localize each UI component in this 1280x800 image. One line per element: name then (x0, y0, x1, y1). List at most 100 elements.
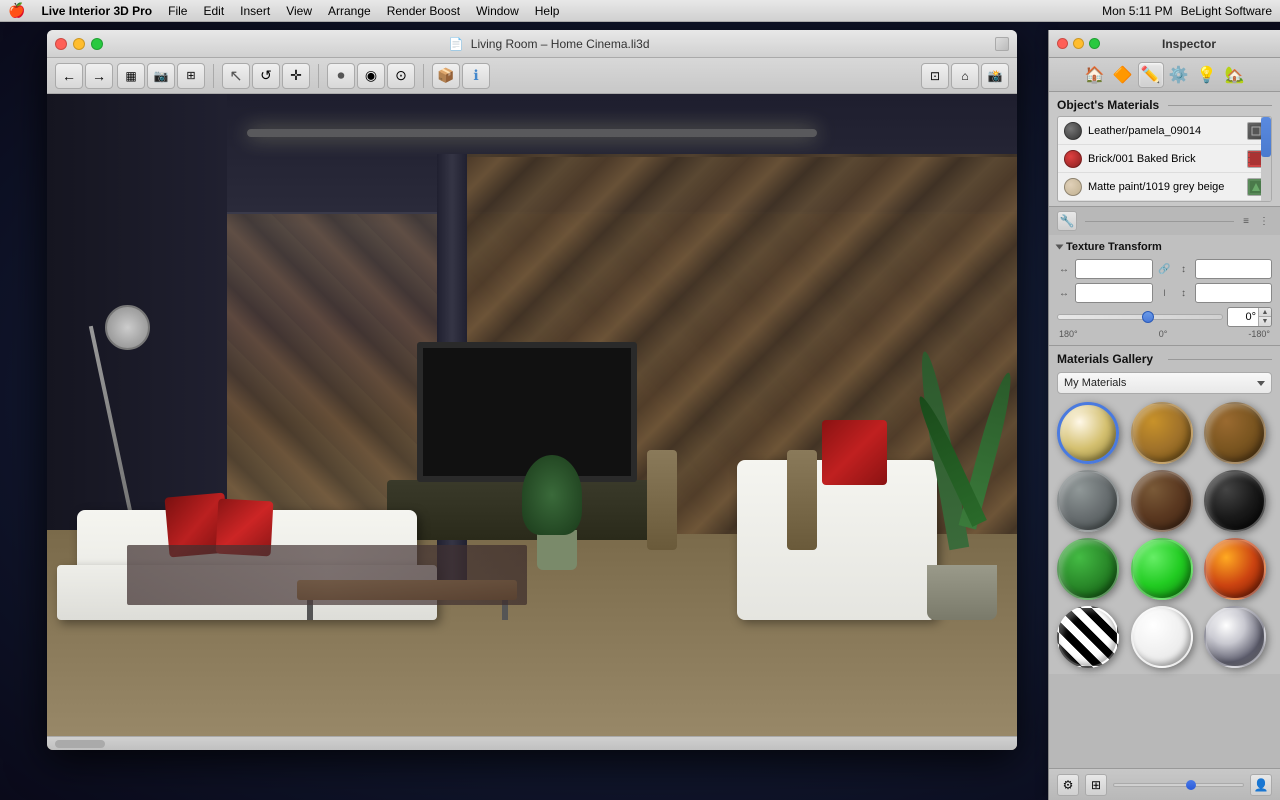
material-item-brick[interactable]: Brick/001 Baked Brick (1058, 145, 1271, 173)
inspector-slider-thumb[interactable] (1186, 780, 1196, 790)
rotate-button[interactable]: ↺ (252, 63, 280, 89)
3d-viewport[interactable] (47, 94, 1017, 750)
rotation-label-center: 0° (1159, 329, 1168, 339)
inspector-minimize[interactable] (1073, 38, 1084, 49)
rotation-thumb[interactable] (1142, 311, 1154, 323)
scrollbar-thumb-h[interactable] (55, 740, 105, 748)
horizontal-scrollbar[interactable] (47, 736, 1017, 750)
camera3-button[interactable]: 📸 (981, 63, 1009, 89)
material-item-leather[interactable]: Leather/pamela_09014 (1058, 117, 1271, 145)
material-sphere-chrome[interactable] (1204, 606, 1266, 668)
inspector-maximize[interactable] (1089, 38, 1100, 49)
help-menu[interactable]: Help (535, 4, 560, 18)
material-sphere-ivory[interactable] (1057, 402, 1119, 464)
render-menu[interactable]: Render Boost (387, 4, 460, 18)
texture-transform-section: Texture Transform ↔ ▲ ▼ 🔗 ↕ ▲ ▼ (1049, 235, 1280, 346)
app-name-menu[interactable]: Live Interior 3D Pro (41, 4, 152, 18)
tab-materials[interactable]: ✏️ (1138, 62, 1164, 88)
close-button[interactable] (55, 38, 67, 50)
tab-settings[interactable]: ⚙️ (1166, 62, 1192, 88)
rotation-track[interactable] (1057, 314, 1223, 320)
record-button[interactable]: ⏺ (327, 63, 355, 89)
material-sphere-fire[interactable] (1204, 538, 1266, 600)
rotation-down[interactable]: ▼ (1259, 317, 1271, 326)
inspector-panel: Inspector 🏠 🔶 ✏️ ⚙️ 💡 🏡 Object's Materia… (1048, 30, 1280, 800)
inspector-close[interactable] (1057, 38, 1068, 49)
forward-button[interactable]: → (85, 63, 113, 89)
scale-v-input-group[interactable]: ▲ ▼ (1195, 259, 1273, 279)
inspector-user-button[interactable]: 👤 (1250, 774, 1272, 796)
toolbar-sep-2 (318, 64, 319, 88)
window-menu[interactable]: Window (476, 4, 519, 18)
select-button[interactable]: ↖ (222, 63, 250, 89)
rotation-input-group[interactable]: ▲ ▼ (1227, 307, 1272, 327)
move-button[interactable]: ✛ (282, 63, 310, 89)
material-name-matte: Matte paint/1019 grey beige (1088, 181, 1241, 193)
collapse-triangle[interactable] (1056, 245, 1064, 250)
material-sphere-dalmatian[interactable] (1131, 606, 1193, 668)
window-resize-btn[interactable] (995, 37, 1009, 51)
info-button[interactable]: ℹ (462, 63, 490, 89)
scale-h-input[interactable] (1076, 261, 1153, 277)
tab-render[interactable]: 🏡 (1222, 62, 1248, 88)
scale-v-input[interactable] (1196, 261, 1273, 277)
view-group: ▦ 📷 ⊞ (117, 63, 205, 89)
render-group: ⏺ ◉ ⊙ (327, 63, 415, 89)
offset-h-input[interactable] (1076, 285, 1153, 301)
insert-menu[interactable]: Insert (240, 4, 270, 18)
grid-view-button[interactable]: ⊞ (177, 63, 205, 89)
select-group: ↖ ↺ ✛ (222, 63, 310, 89)
rotation-up[interactable]: ▲ (1259, 308, 1271, 317)
inspector-slider[interactable] (1113, 783, 1244, 787)
edit-menu[interactable]: Edit (203, 4, 224, 18)
home-button[interactable]: ⌂ (951, 63, 979, 89)
arrange-menu[interactable]: Arrange (328, 4, 371, 18)
model-button[interactable]: 📦 (432, 63, 460, 89)
inspector-title: Inspector (1106, 37, 1272, 51)
material-sphere-wood-light[interactable] (1131, 402, 1193, 464)
material-sphere-brown[interactable] (1131, 470, 1193, 532)
material-sphere-black[interactable] (1204, 470, 1266, 532)
speaker-right (787, 450, 817, 550)
material-sphere-zebra[interactable] (1057, 606, 1119, 668)
plant-container (917, 350, 1007, 570)
pipette-button[interactable]: 🔧 (1057, 211, 1077, 231)
materials-scrollbar-thumb[interactable] (1261, 117, 1271, 157)
floorplan-button[interactable]: ▦ (117, 63, 145, 89)
tab-shape[interactable]: 🔶 (1110, 62, 1136, 88)
material-sphere-green-bright[interactable] (1131, 538, 1193, 600)
scale-h-input-group[interactable]: ▲ ▼ (1075, 259, 1153, 279)
material-item-matte[interactable]: Matte paint/1019 grey beige (1058, 173, 1271, 201)
rotation-labels: 180° 0° -180° (1057, 329, 1272, 339)
offset-h-input-group[interactable]: ▲ ▼ (1075, 283, 1153, 303)
maximize-button[interactable] (91, 38, 103, 50)
offset-v-input-group[interactable]: ▲ ▼ (1195, 283, 1273, 303)
inspector-gear-button[interactable]: ⚙ (1057, 774, 1079, 796)
minimize-button[interactable] (73, 38, 85, 50)
tab-home[interactable]: 🏠 (1082, 62, 1108, 88)
tab-lighting[interactable]: 💡 (1194, 62, 1220, 88)
preview-button[interactable]: ◉ (357, 63, 385, 89)
rotation-row: ▲ ▼ (1057, 307, 1272, 327)
material-name-leather: Leather/pamela_09014 (1088, 125, 1241, 137)
frame-button[interactable]: ⊡ (921, 63, 949, 89)
camera-view-button[interactable]: 📷 (147, 63, 175, 89)
menu-brand: BeLight Software (1181, 4, 1272, 18)
gallery-dropdown[interactable]: My Materials (1057, 372, 1272, 394)
material-sphere-wood-dark[interactable] (1204, 402, 1266, 464)
pipette-opt-2[interactable]: ⋮ (1256, 213, 1272, 229)
rotation-spinner[interactable]: ▲ ▼ (1258, 308, 1271, 326)
view-menu[interactable]: View (286, 4, 312, 18)
material-sphere-concrete[interactable] (1057, 470, 1119, 532)
apple-menu[interactable]: 🍎 (8, 2, 25, 19)
pipette-opt-1[interactable]: ≡ (1238, 213, 1254, 229)
back-button[interactable]: ← (55, 63, 83, 89)
offset-v-input[interactable] (1196, 285, 1273, 301)
materials-scrollbar[interactable] (1261, 117, 1271, 201)
rotation-input[interactable] (1228, 309, 1258, 325)
material-sphere-green-dark[interactable] (1057, 538, 1119, 600)
inspector-expand-button[interactable]: ⊞ (1085, 774, 1107, 796)
file-menu[interactable]: File (168, 4, 187, 18)
scene-button[interactable]: ⊙ (387, 63, 415, 89)
inspector-tab-bar: 🏠 🔶 ✏️ ⚙️ 💡 🏡 (1049, 58, 1280, 92)
